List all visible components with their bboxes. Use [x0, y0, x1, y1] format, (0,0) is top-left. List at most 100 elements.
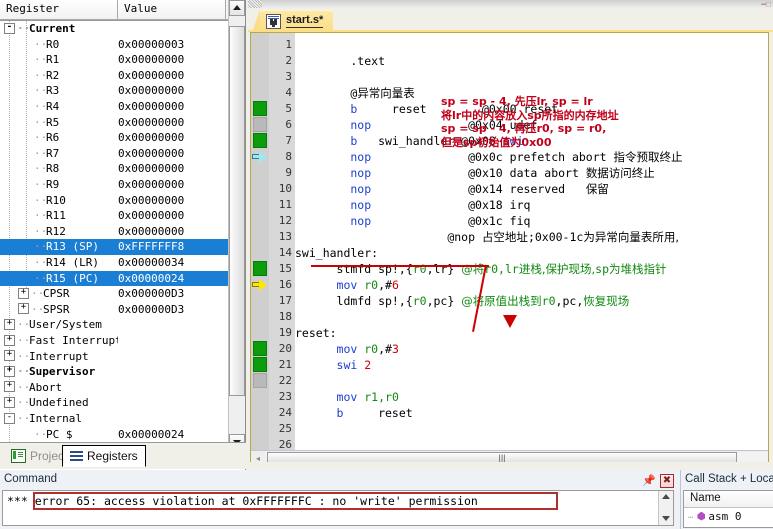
- code-line[interactable]: b reset: [295, 405, 413, 421]
- code-line[interactable]: mov r0,#6: [295, 277, 399, 293]
- registers-tree[interactable]: - ··Current ···R0 0x00000003 ···R1 0x00000000…: [0, 21, 245, 451]
- register-row[interactable]: ···R14 (LR) 0x00000034: [0, 255, 229, 271]
- executed-line-marker[interactable]: [253, 133, 267, 148]
- code-line[interactable]: b reset @0x00 reset: [295, 101, 558, 117]
- tree-expand-icon[interactable]: +: [18, 287, 29, 299]
- register-row[interactable]: ···R5 0x00000000: [0, 115, 229, 131]
- registers-scrollbar[interactable]: [228, 0, 245, 450]
- command-scrollbar[interactable]: [658, 491, 673, 525]
- code-line[interactable]: nop @0x18 irq: [295, 197, 530, 213]
- register-row[interactable]: ···R12 0x00000000: [0, 224, 229, 240]
- register-row[interactable]: ···R9 0x00000000: [0, 177, 229, 193]
- register-row[interactable]: - ··Internal: [0, 411, 229, 427]
- code-line[interactable]: ldmfd sp!,{r0,pc} @将原值出栈到r0,pc,恢复现场: [295, 293, 630, 309]
- call-stack-row-label: asm 0: [708, 509, 742, 523]
- bookmark-arrow-icon[interactable]: [251, 149, 269, 164]
- register-row[interactable]: ···R1 0x00000000: [0, 52, 229, 68]
- tree-collapse-icon[interactable]: -: [4, 412, 15, 424]
- tree-expand-icon[interactable]: +: [4, 396, 15, 408]
- executed-line-marker[interactable]: [253, 357, 267, 372]
- call-stack-body[interactable]: Name … asm 0: [683, 490, 773, 528]
- executed-line-marker[interactable]: [253, 101, 267, 116]
- register-value: [118, 364, 228, 380]
- register-row[interactable]: ···R0 0x00000003: [0, 37, 229, 53]
- code-line[interactable]: mov r1,r0: [295, 389, 399, 405]
- register-row[interactable]: + ··SPSR 0x000000D3: [0, 302, 229, 318]
- nonexec-line-marker[interactable]: [253, 117, 267, 132]
- project-icon: [11, 449, 26, 463]
- register-row[interactable]: ···R3 0x00000000: [0, 83, 229, 99]
- code-area[interactable]: 1 2 3 4 5 6 7 8 9 10 11 12 13 14 15 16 17 18 19 20 21 22 23 24 2…: [251, 33, 768, 451]
- register-row[interactable]: ···R7 0x00000000: [0, 146, 229, 162]
- tree-expand-icon[interactable]: +: [4, 318, 15, 330]
- breakpoint-gutter[interactable]: [251, 33, 269, 451]
- scroll-track-top[interactable]: [229, 16, 245, 26]
- code-line[interactable]: stmfd sp!,{r0,lr} @将r0,lr进栈,保护现场,sp为堆栈指针: [295, 261, 667, 277]
- command-input-line[interactable]: [2, 526, 674, 528]
- code-line[interactable]: nop @0x14 reserved 保留: [295, 181, 608, 197]
- column-header-value[interactable]: Value: [118, 0, 226, 20]
- register-row[interactable]: + ··Fast Interrupt: [0, 333, 229, 349]
- command-scroll-down[interactable]: [659, 513, 673, 525]
- register-row[interactable]: + ··CPSR 0x000000D3: [0, 286, 229, 302]
- register-value: 0x00000000: [118, 53, 185, 67]
- command-output[interactable]: *** error 65: access violation at 0xFFFF…: [2, 490, 674, 526]
- register-row[interactable]: ···R8 0x00000000: [0, 161, 229, 177]
- pin-icon[interactable]: 📌: [642, 475, 656, 487]
- code-line[interactable]: .text: [295, 53, 385, 69]
- scroll-track-bottom[interactable]: [229, 396, 245, 434]
- tree-expand-icon[interactable]: +: [4, 381, 15, 393]
- code-line[interactable]: nop @0x0c prefetch abort 指令预取终止: [295, 149, 682, 165]
- code-line[interactable]: @异常向量表: [295, 85, 414, 101]
- code-line[interactable]: reset:: [295, 325, 337, 341]
- tree-dots: ···: [34, 68, 54, 82]
- code-line[interactable]: @nop 占空地址;0x00-1c为异常向量表所用,: [295, 229, 679, 245]
- close-icon[interactable]: ✖: [660, 474, 674, 488]
- scroll-thumb[interactable]: [229, 26, 245, 396]
- call-stack-row[interactable]: … asm 0: [684, 508, 773, 524]
- register-row[interactable]: - ··Current: [0, 21, 229, 37]
- tree-expand-icon[interactable]: +: [18, 303, 29, 315]
- call-stack-column-name[interactable]: Name: [684, 491, 773, 508]
- code-line[interactable]: mov r0,#3: [295, 341, 399, 357]
- line-number: 3: [285, 70, 292, 83]
- register-row[interactable]: + ··Abort: [0, 380, 229, 396]
- register-row[interactable]: ···R2 0x00000000: [0, 68, 229, 84]
- register-row[interactable]: + ··Interrupt: [0, 349, 229, 365]
- code-text[interactable]: .text @异常向量表 b reset @0x00 reset nop @0x…: [295, 33, 768, 451]
- register-row[interactable]: ···R6 0x00000000: [0, 130, 229, 146]
- resize-grip-icon[interactable]: [248, 0, 262, 8]
- code-line[interactable]: b swi_handler @0x08 swi: [295, 133, 523, 149]
- column-header-register[interactable]: Register: [0, 0, 118, 20]
- tree-expand-icon[interactable]: +: [4, 350, 15, 362]
- register-row[interactable]: ···R11 0x00000000: [0, 208, 229, 224]
- code-line[interactable]: nop @0x04 udef: [295, 117, 537, 133]
- register-row[interactable]: ···R15 (PC) 0x00000024: [0, 270, 229, 287]
- code-line[interactable]: swi 2: [295, 357, 372, 373]
- tree-expand-icon[interactable]: +: [4, 365, 15, 377]
- register-value: 0x00000000: [118, 146, 185, 160]
- scroll-up-button[interactable]: [229, 0, 245, 16]
- executed-line-marker[interactable]: [253, 341, 267, 356]
- register-row[interactable]: ···R4 0x00000000: [0, 99, 229, 115]
- tree-expand-icon[interactable]: +: [4, 334, 15, 346]
- current-pc-arrow-icon[interactable]: [251, 277, 269, 292]
- register-row[interactable]: + ··Undefined: [0, 395, 229, 411]
- register-row[interactable]: + ··Supervisor: [0, 364, 229, 380]
- nonexec-line-marker[interactable]: [253, 373, 267, 388]
- code-line[interactable]: nop @0x10 data abort 数据访问终止: [295, 165, 654, 181]
- register-row[interactable]: + ··User/System: [0, 317, 229, 333]
- editor-tab-start-s[interactable]: start.s*: [251, 10, 334, 32]
- executed-line-marker[interactable]: [253, 261, 267, 276]
- command-scroll-track[interactable]: [659, 503, 673, 513]
- code-line[interactable]: swi_handler:: [295, 245, 378, 261]
- register-label: CPSR: [43, 287, 70, 301]
- register-row[interactable]: ···PC $0x00000024: [0, 427, 229, 443]
- tab-registers[interactable]: Registers: [62, 445, 146, 467]
- register-row[interactable]: ···R13 (SP) 0xFFFFFFF8: [0, 239, 229, 255]
- tree-collapse-icon[interactable]: -: [4, 22, 15, 34]
- command-scroll-up[interactable]: [659, 491, 673, 503]
- register-row[interactable]: ···R10 0x00000000: [0, 193, 229, 209]
- code-line[interactable]: nop @0x1c fiq: [295, 213, 530, 229]
